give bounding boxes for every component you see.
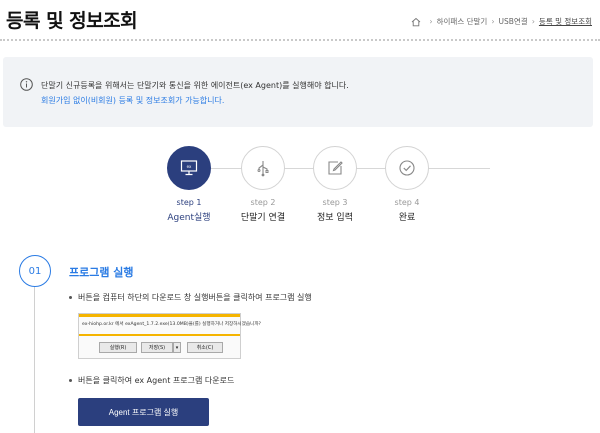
bullet-dot (69, 379, 72, 382)
instruction-2-text: 버튼을 클릭하여 ex Agent 프로그램 다운로드 (78, 376, 235, 385)
edit-icon (328, 161, 343, 175)
download-bar-divider (79, 334, 240, 336)
monitor-icon: ex (180, 160, 198, 176)
download-bar-text: ex-hiohp.or.kr 에서 exAgent_1.7.2.exe(13.0… (82, 322, 261, 327)
step-4-number: step 4 (394, 198, 420, 207)
svg-text:ex: ex (187, 164, 192, 169)
home-icon[interactable] (411, 17, 421, 27)
step-2: step 2 단말기 연결 (223, 146, 303, 223)
download-save-button: 저장(S) (141, 342, 173, 353)
breadcrumb-item-current[interactable]: 등록 및 정보조회 (539, 16, 592, 27)
download-bar-top (79, 314, 240, 317)
section-title: 프로그램 실행 (69, 266, 134, 279)
page-title: 등록 및 정보조회 (6, 10, 138, 32)
download-run-button: 실행(R) (99, 342, 137, 353)
step-2-circle (241, 146, 285, 190)
usb-icon (257, 161, 269, 177)
breadcrumb-item-usb[interactable]: USB연결 (499, 16, 528, 27)
download-save-dropdown: ▾ (173, 342, 181, 353)
step-progress: ex step 1 Agent실행 step 2 단말기 연결 step 3 정… (0, 146, 600, 236)
breadcrumb-separator: › (531, 17, 535, 26)
step-4: step 4 완료 (367, 146, 447, 223)
download-bar-example: ex-hiohp.or.kr 에서 exAgent_1.7.2.exe(13.0… (78, 313, 261, 359)
step-3-circle (313, 146, 357, 190)
header: 등록 및 정보조회 › 하이패스 단말기 › USB연결 › 등록 및 정보조회 (0, 0, 600, 41)
step-1-number: step 1 (176, 198, 202, 207)
section-number-badge: 01 (19, 255, 51, 287)
check-icon (399, 160, 415, 176)
step-2-number: step 2 (250, 198, 276, 207)
download-cancel-button: 취소(C) (187, 342, 223, 353)
notice-box: 단말기 신규등록을 위해서는 단말기와 통신을 위한 에이전트(ex Agent… (3, 57, 593, 127)
step-3: step 3 정보 입력 (295, 146, 375, 223)
breadcrumb-separator: › (429, 17, 433, 26)
agent-run-button[interactable]: Agent 프로그램 실행 (78, 398, 209, 426)
step-3-number: step 3 (322, 198, 348, 207)
step-3-label: 정보 입력 (317, 213, 353, 223)
bullet-dot (69, 296, 72, 299)
header-divider (0, 39, 600, 41)
info-icon (20, 78, 33, 91)
step-1-label: Agent실행 (167, 213, 211, 223)
step-2-label: 단말기 연결 (240, 213, 286, 223)
instruction-2: 버튼을 클릭하여 ex Agent 프로그램 다운로드 (69, 375, 234, 386)
instruction-1: 버튼을 컴퓨터 하단의 다운로드 창 실행버튼을 클릭하여 프로그램 실행 (69, 292, 312, 303)
notice-text: 단말기 신규등록을 위해서는 단말기와 통신을 위한 에이전트(ex Agent… (41, 81, 349, 90)
instruction-1-text: 버튼을 컴퓨터 하단의 다운로드 창 실행버튼을 클릭하여 프로그램 실행 (78, 293, 312, 302)
step-1: ex step 1 Agent실행 (149, 146, 229, 223)
breadcrumb-item-hipass[interactable]: 하이패스 단말기 (437, 16, 488, 27)
notice-subtext: 회원가입 없이(비회원) 등록 및 정보조회가 가능합니다. (41, 96, 225, 105)
step-4-label: 완료 (398, 213, 416, 223)
step-1-circle: ex (167, 146, 211, 190)
step-4-circle (385, 146, 429, 190)
breadcrumb: › 하이패스 단말기 › USB연결 › 등록 및 정보조회 (411, 16, 592, 27)
breadcrumb-separator: › (491, 17, 495, 26)
section-timeline (34, 270, 35, 433)
